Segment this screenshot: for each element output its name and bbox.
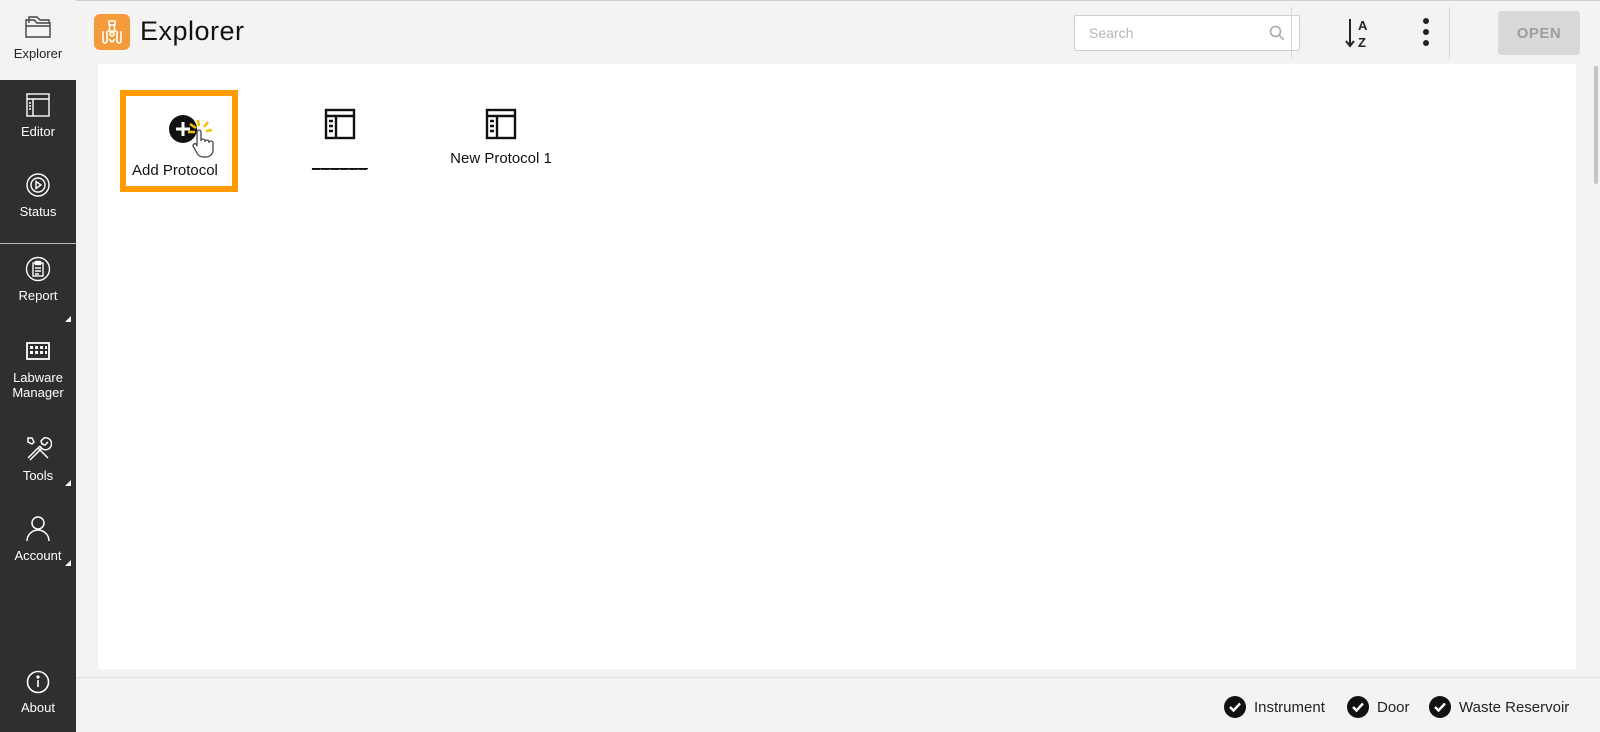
status-door: Door: [1347, 696, 1410, 718]
submenu-indicator-icon: [65, 316, 71, 322]
sidebar-item-label: Labware Manager: [12, 370, 64, 400]
sidebar-item-status[interactable]: Status: [0, 172, 76, 242]
sidebar-item-label: Status: [19, 204, 57, 219]
submenu-indicator-icon: [65, 560, 71, 566]
svg-text:Z: Z: [1358, 35, 1366, 50]
protocol-icon: [485, 108, 517, 140]
tools-icon: [27, 437, 52, 461]
status-waste-reservoir: Waste Reservoir: [1429, 696, 1569, 718]
scrollbar-thumb[interactable]: [1594, 66, 1598, 184]
sidebar-item-label: Explorer: [13, 46, 63, 61]
folder-icon: [25, 16, 51, 38]
top-bar: Explorer A Z OPEN: [76, 0, 1600, 64]
check-circle-icon: [1224, 696, 1246, 718]
status-instrument: Instrument: [1224, 696, 1325, 718]
tile-label: Add Protocol: [132, 162, 218, 179]
header-divider: [1449, 7, 1450, 59]
check-circle-icon: [1429, 696, 1451, 718]
submenu-indicator-icon: [65, 480, 71, 486]
info-icon: [26, 670, 50, 694]
add-protocol-tile[interactable]: Add Protocol: [120, 90, 238, 192]
protocol-tile[interactable]: ______: [300, 108, 380, 171]
status-label: Instrument: [1254, 698, 1325, 716]
check-circle-icon: [1347, 696, 1369, 718]
sidebar-item-label: About: [21, 700, 55, 715]
sidebar-item-report[interactable]: Report: [0, 256, 76, 326]
grid-plate-icon: [26, 342, 50, 360]
open-button[interactable]: OPEN: [1498, 11, 1580, 55]
editor-icon: [26, 93, 50, 117]
search-icon[interactable]: [1269, 25, 1285, 41]
sort-az-icon[interactable]: A Z: [1344, 16, 1376, 50]
play-circle-icon: [26, 173, 50, 197]
sidebar: Explorer Editor Status Report Labware Ma…: [0, 0, 76, 732]
sidebar-item-label: Account: [14, 548, 62, 563]
sidebar-item-tools[interactable]: Tools: [0, 434, 76, 504]
click-cursor-icon: [188, 119, 214, 158]
sidebar-divider: [0, 243, 76, 244]
header-divider: [1291, 7, 1292, 59]
page-title: Explorer: [140, 16, 245, 46]
sidebar-item-editor[interactable]: Editor: [0, 92, 76, 162]
more-vertical-icon[interactable]: [1416, 16, 1436, 50]
sidebar-item-explorer[interactable]: Explorer: [0, 0, 76, 80]
sidebar-item-label: Report: [18, 288, 58, 303]
clipboard-icon: [25, 256, 51, 282]
sidebar-item-label: Tools: [22, 468, 54, 483]
svg-text:A: A: [1358, 18, 1368, 33]
sidebar-item-label: Editor: [21, 124, 55, 139]
search-input[interactable]: [1089, 24, 1259, 42]
protocol-tile[interactable]: New Protocol 1: [446, 108, 556, 167]
status-label: Door: [1377, 698, 1410, 716]
user-icon: [26, 516, 50, 542]
status-label: Waste Reservoir: [1459, 698, 1570, 716]
search-box[interactable]: [1074, 15, 1300, 51]
sidebar-item-labware-manager[interactable]: Labware Manager: [0, 340, 76, 410]
sidebar-item-account[interactable]: Account: [0, 514, 76, 584]
tile-label: ______: [311, 154, 369, 171]
app-logo-icon: [94, 14, 130, 50]
status-bar: Instrument Door Waste Reservoir: [76, 677, 1600, 732]
tile-label: New Protocol 1: [450, 150, 552, 167]
protocol-icon: [324, 108, 356, 140]
sidebar-item-about[interactable]: About: [0, 670, 76, 726]
